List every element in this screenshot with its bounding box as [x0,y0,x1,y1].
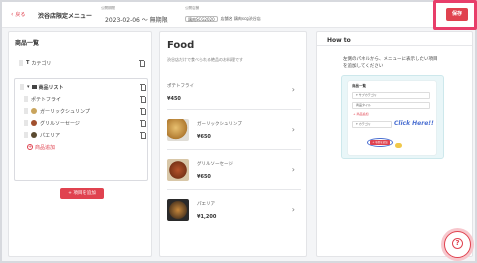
list-item-label: パエリア [40,132,61,139]
howto-title: How to [327,37,351,44]
add-product-link[interactable]: + 商品追加 [27,144,55,151]
chevron-right-icon: › [291,205,295,214]
trash-icon[interactable] [140,108,146,115]
trash-icon[interactable] [139,60,145,67]
text-icon: T [26,60,30,66]
howto-illustration: 商品一覧 T サブカテゴリ 商品タイル + 商品追加 T カテゴリ Click … [341,75,444,159]
list-item-label: ポテトフライ [31,96,62,103]
period-label: 公開期間 [101,6,115,10]
list-icon [31,85,37,89]
product-list-box: ▾ 商品リスト ポテトフライ ガーリックシュリンプ グリルソーセージ パエリア [14,78,148,181]
paella-image [167,199,189,221]
list-item[interactable]: ガーリックシュリンプ [15,106,149,116]
add-product-row[interactable]: + 商品追加 [15,142,149,152]
items-panel: 商品一覧 T カテゴリ ▾ 商品リスト ポテトフライ ガーリックシュリンプ グリ… [8,31,152,257]
sausage-image [167,159,189,181]
list-item[interactable]: パエリア [15,130,149,140]
add-product-label: 商品追加 [35,144,56,151]
add-section-button[interactable]: + 項目を追加 [60,188,104,199]
chevron-right-icon: › [291,165,295,174]
preview-item-price: ¥450 [167,96,181,102]
trash-icon[interactable] [140,120,146,127]
back-link[interactable]: ‹ 戻る [11,11,25,18]
preview-item[interactable]: ポテトフライ ¥450 › [167,72,301,110]
preview-item-name: パエリア [197,202,215,207]
shrimp-thumbnail [31,108,37,114]
preview-item-price: ¥650 [197,174,211,180]
preview-title: Food [167,40,195,51]
store-name: 店舗名 鶏肉scg渋谷店 [220,16,261,21]
list-item-label: ガーリックシュリンプ [40,108,90,115]
drag-handle-icon[interactable] [20,84,24,90]
menu-preview: Food 渋谷店だけで食べられる絶品のお料理です ポテトフライ ¥450 › ガ… [159,31,307,257]
illustration-title: 商品一覧 [352,84,366,88]
preview-item-name: グリルソーセージ [197,162,233,167]
product-list-label: 商品リスト [38,84,64,91]
store-badge: 鶏肉SCG2020 [185,16,218,22]
illustration-row: T カテゴリ [352,121,392,128]
divider [317,45,472,46]
click-here-text: Click Here!! [394,120,434,127]
back-label: 戻る [15,12,26,18]
store-label: 公開店舗 [185,6,199,10]
drag-handle-icon[interactable] [19,60,23,66]
howto-text-line1: 左側のパネルから、メニューに表示したい項目 [343,57,438,62]
drag-handle-icon[interactable] [24,96,28,102]
illustration-row: T サブカテゴリ [352,92,430,99]
howto-text-line2: を追加してください [343,64,384,69]
store-info: 鶏肉SCG2020 店舗名 鶏肉scg渋谷店 [185,16,261,22]
trash-icon[interactable] [140,96,146,103]
shrimp-image [167,119,189,141]
preview-item[interactable]: パエリア ¥1,200 › [167,192,301,230]
save-button[interactable]: 保存 [446,8,468,21]
plus-circle-icon: + [27,144,33,150]
menu-name: 渋谷店限定メニュー [38,13,93,20]
list-item[interactable]: グリルソーセージ [15,118,149,128]
preview-item-price: ¥650 [197,134,211,140]
paella-thumbnail [31,132,37,138]
preview-item-name: ポテトフライ [167,84,194,89]
list-item-label: グリルソーセージ [40,120,80,127]
items-panel-title: 商品一覧 [15,40,40,47]
caret-down-icon[interactable]: ▾ [27,84,30,90]
header-bar: ‹ 戻る 渋谷店限定メニュー 公開期間 2023-02-06 ～ 無期限 公開店… [2,2,475,28]
category-label: カテゴリ [31,60,52,67]
illustration-add: + 商品追加 [353,112,369,116]
preview-item[interactable]: ガーリックシュリンプ ¥650 › [167,112,301,150]
preview-item-name: ガーリックシュリンプ [197,122,242,127]
illustration-card: 商品一覧 T サブカテゴリ 商品タイル + 商品追加 T カテゴリ Click … [348,81,436,155]
illustration-button: + 項目を追加 [370,140,390,145]
pointer-hand-icon [395,143,402,148]
category-row[interactable]: T カテゴリ [14,58,148,68]
drag-handle-icon[interactable] [24,108,28,114]
trash-icon[interactable] [140,132,146,139]
preview-item-price: ¥1,200 [197,214,217,220]
chevron-right-icon: › [291,125,295,134]
question-icon: ? [452,238,463,249]
period-value: 2023-02-06 ～ 無期限 [105,17,168,24]
drag-handle-icon[interactable] [24,132,28,138]
help-button[interactable]: ? [444,231,471,258]
drag-handle-icon[interactable] [24,120,28,126]
list-item[interactable]: ポテトフライ [15,94,149,104]
chevron-right-icon: › [291,85,295,94]
sausage-thumbnail [31,120,37,126]
howto-panel: How to 左側のパネルから、メニューに表示したい項目 を追加してください 商… [316,31,473,257]
preview-description: 渋谷店だけで食べられる絶品のお料理です [167,57,243,62]
chevron-left-icon: ‹ [11,10,14,18]
preview-item[interactable]: グリルソーセージ ¥650 › [167,152,301,190]
trash-icon[interactable] [140,84,146,91]
product-list-row[interactable]: ▾ 商品リスト [15,82,149,92]
illustration-row: 商品タイル [352,102,430,109]
